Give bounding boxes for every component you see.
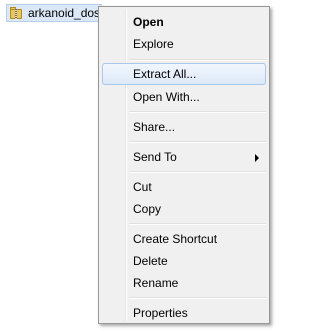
menu-item-create-shortcut[interactable]: Create Shortcut xyxy=(102,228,266,250)
desktop-area: arkanoid_dos Open Explore Extract All...… xyxy=(0,0,275,332)
context-menu: Open Explore Extract All... Open With...… xyxy=(98,6,270,324)
menu-item-cut[interactable]: Cut xyxy=(102,176,266,198)
menu-item-explore-label: Explore xyxy=(133,37,174,51)
menu-item-delete-label: Delete xyxy=(133,254,168,268)
menu-item-send-to-label: Send To xyxy=(133,150,177,164)
menu-item-rename-label: Rename xyxy=(133,276,179,290)
menu-item-properties-label: Properties xyxy=(133,306,188,320)
chevron-right-icon xyxy=(255,154,259,162)
menu-item-share-label: Share... xyxy=(133,120,176,134)
zip-folder-icon xyxy=(9,6,23,20)
file-item-arkanoid-dos[interactable]: arkanoid_dos xyxy=(6,4,102,22)
menu-item-extract-all[interactable]: Extract All... xyxy=(102,63,266,85)
menu-separator xyxy=(129,141,266,143)
menu-item-rename[interactable]: Rename xyxy=(102,272,266,294)
menu-item-explore[interactable]: Explore xyxy=(102,33,266,55)
menu-separator xyxy=(129,297,266,299)
menu-item-properties[interactable]: Properties xyxy=(102,302,266,324)
menu-item-open-label: Open xyxy=(133,15,164,29)
menu-separator xyxy=(129,171,266,173)
menu-item-delete[interactable]: Delete xyxy=(102,250,266,272)
menu-item-send-to[interactable]: Send To xyxy=(102,146,266,168)
menu-item-share[interactable]: Share... xyxy=(102,116,266,138)
menu-item-extract-all-label: Extract All... xyxy=(133,67,197,81)
menu-item-cut-label: Cut xyxy=(133,180,152,194)
menu-separator xyxy=(129,59,266,61)
menu-item-copy-label: Copy xyxy=(133,202,162,216)
file-name-label: arkanoid_dos xyxy=(28,6,101,20)
menu-item-create-shortcut-label: Create Shortcut xyxy=(133,232,218,246)
menu-separator xyxy=(129,111,266,113)
menu-item-open[interactable]: Open xyxy=(102,11,266,33)
menu-item-open-with-label: Open With... xyxy=(133,90,200,104)
menu-separator xyxy=(129,223,266,225)
menu-item-copy[interactable]: Copy xyxy=(102,198,266,220)
menu-item-open-with[interactable]: Open With... xyxy=(102,86,266,108)
